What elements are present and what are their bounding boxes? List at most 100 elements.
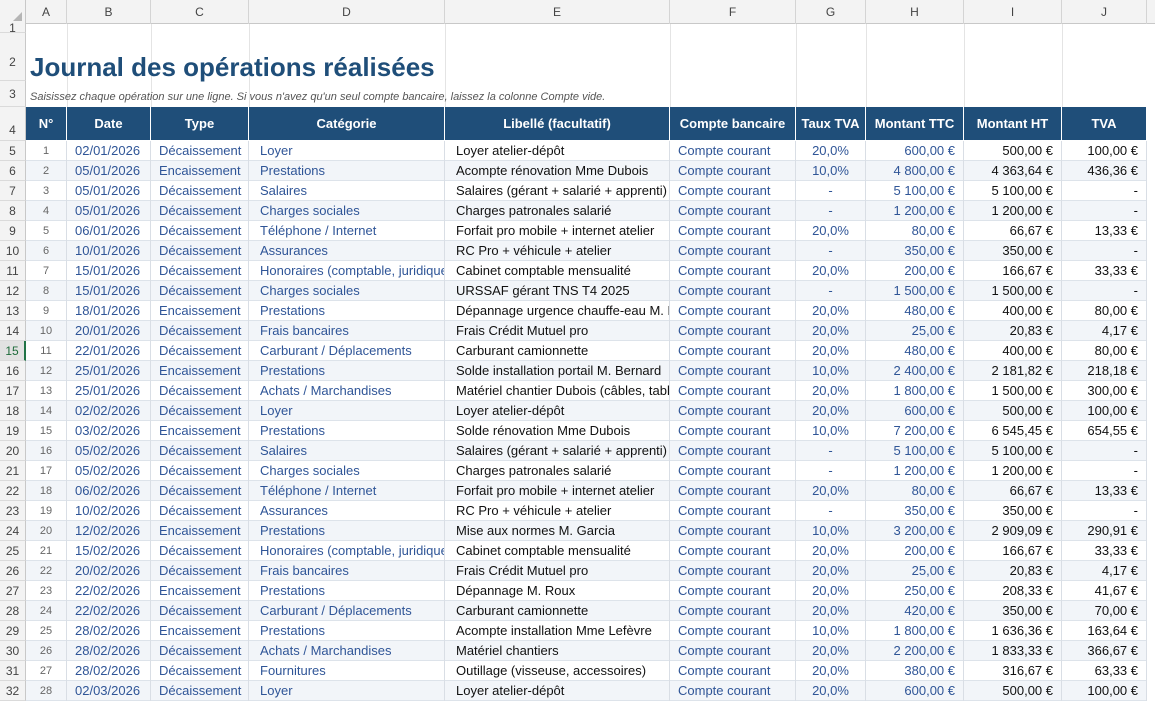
amount-ht-cell[interactable]: 20,83 € <box>964 321 1062 341</box>
row-number-cell[interactable]: 2 <box>26 161 67 181</box>
date-cell[interactable]: 22/02/2026 <box>67 601 151 621</box>
date-cell[interactable]: 05/02/2026 <box>67 441 151 461</box>
amount-ttc-cell[interactable]: 25,00 € <box>866 561 964 581</box>
amount-ht-cell[interactable]: 400,00 € <box>964 301 1062 321</box>
column-header-d[interactable]: D <box>249 0 445 24</box>
vat-rate-cell[interactable]: 20,0% <box>796 641 866 661</box>
column-header-f[interactable]: F <box>670 0 796 24</box>
vat-cell[interactable]: 100,00 € <box>1062 681 1147 701</box>
label-cell[interactable]: Salaires (gérant + salarié + apprenti) <box>445 181 670 201</box>
type-cell[interactable]: Décaissement <box>151 601 249 621</box>
category-cell[interactable]: Salaires <box>249 441 445 461</box>
row-number-cell[interactable]: 23 <box>26 581 67 601</box>
row-header-16[interactable]: 16 <box>0 361 26 381</box>
row-number-cell[interactable]: 16 <box>26 441 67 461</box>
vat-rate-cell[interactable]: - <box>796 461 866 481</box>
vat-cell[interactable]: - <box>1062 181 1147 201</box>
amount-ht-cell[interactable]: 1 500,00 € <box>964 381 1062 401</box>
row-number-cell[interactable]: 13 <box>26 381 67 401</box>
amount-ttc-cell[interactable]: 350,00 € <box>866 241 964 261</box>
vat-cell[interactable]: - <box>1062 501 1147 521</box>
row-number-cell[interactable]: 18 <box>26 481 67 501</box>
row-header-6[interactable]: 6 <box>0 161 26 181</box>
type-cell[interactable]: Encaissement <box>151 621 249 641</box>
account-cell[interactable]: Compte courant <box>670 201 796 221</box>
date-cell[interactable]: 12/02/2026 <box>67 521 151 541</box>
column-header-h[interactable]: H <box>866 0 964 24</box>
row-number-cell[interactable]: 17 <box>26 461 67 481</box>
row-number-cell[interactable]: 5 <box>26 221 67 241</box>
column-heading[interactable]: Catégorie <box>249 107 445 140</box>
label-cell[interactable]: Cabinet comptable mensualité <box>445 261 670 281</box>
date-cell[interactable]: 25/01/2026 <box>67 361 151 381</box>
column-heading[interactable]: Libellé (facultatif) <box>445 107 670 140</box>
category-cell[interactable]: Prestations <box>249 421 445 441</box>
category-cell[interactable]: Charges sociales <box>249 461 445 481</box>
amount-ht-cell[interactable]: 350,00 € <box>964 241 1062 261</box>
type-cell[interactable]: Encaissement <box>151 581 249 601</box>
date-cell[interactable]: 22/02/2026 <box>67 581 151 601</box>
row-number-cell[interactable]: 6 <box>26 241 67 261</box>
amount-ttc-cell[interactable]: 80,00 € <box>866 481 964 501</box>
row-number-cell[interactable]: 7 <box>26 261 67 281</box>
row-header-1[interactable]: 1 <box>0 22 26 34</box>
vat-rate-cell[interactable]: 10,0% <box>796 521 866 541</box>
row-header-28[interactable]: 28 <box>0 601 26 621</box>
vat-rate-cell[interactable]: 20,0% <box>796 481 866 501</box>
type-cell[interactable]: Décaissement <box>151 501 249 521</box>
category-cell[interactable]: Assurances <box>249 241 445 261</box>
amount-ttc-cell[interactable]: 1 500,00 € <box>866 281 964 301</box>
label-cell[interactable]: Loyer atelier-dépôt <box>445 681 670 701</box>
vat-cell[interactable]: 290,91 € <box>1062 521 1147 541</box>
vat-cell[interactable]: 70,00 € <box>1062 601 1147 621</box>
label-cell[interactable]: Carburant camionnette <box>445 341 670 361</box>
row-header-26[interactable]: 26 <box>0 561 26 581</box>
vat-cell[interactable]: 654,55 € <box>1062 421 1147 441</box>
type-cell[interactable]: Décaissement <box>151 321 249 341</box>
category-cell[interactable]: Prestations <box>249 301 445 321</box>
row-number-cell[interactable]: 1 <box>26 141 67 161</box>
label-cell[interactable]: Dépannage urgence chauffe-eau M. Martin <box>445 301 670 321</box>
sheet-subtitle[interactable]: Saisissez chaque opération sur une ligne… <box>30 91 605 103</box>
column-heading[interactable]: N° <box>26 107 67 140</box>
amount-ttc-cell[interactable]: 250,00 € <box>866 581 964 601</box>
label-cell[interactable]: Solde rénovation Mme Dubois <box>445 421 670 441</box>
category-cell[interactable]: Charges sociales <box>249 201 445 221</box>
column-heading[interactable]: Compte bancaire <box>670 107 796 140</box>
label-cell[interactable]: Cabinet comptable mensualité <box>445 541 670 561</box>
amount-ht-cell[interactable]: 20,83 € <box>964 561 1062 581</box>
amount-ht-cell[interactable]: 166,67 € <box>964 541 1062 561</box>
amount-ttc-cell[interactable]: 25,00 € <box>866 321 964 341</box>
label-cell[interactable]: Dépannage M. Roux <box>445 581 670 601</box>
row-number-cell[interactable]: 24 <box>26 601 67 621</box>
amount-ht-cell[interactable]: 316,67 € <box>964 661 1062 681</box>
row-number-cell[interactable]: 10 <box>26 321 67 341</box>
type-cell[interactable]: Encaissement <box>151 161 249 181</box>
date-cell[interactable]: 15/02/2026 <box>67 541 151 561</box>
date-cell[interactable]: 02/03/2026 <box>67 681 151 701</box>
account-cell[interactable]: Compte courant <box>670 601 796 621</box>
category-cell[interactable]: Salaires <box>249 181 445 201</box>
amount-ttc-cell[interactable]: 80,00 € <box>866 221 964 241</box>
vat-cell[interactable]: 100,00 € <box>1062 401 1147 421</box>
type-cell[interactable]: Encaissement <box>151 521 249 541</box>
vat-rate-cell[interactable]: 20,0% <box>796 541 866 561</box>
label-cell[interactable]: Matériel chantiers <box>445 641 670 661</box>
vat-rate-cell[interactable]: 20,0% <box>796 601 866 621</box>
row-number-cell[interactable]: 25 <box>26 621 67 641</box>
label-cell[interactable]: Outillage (visseuse, accessoires) <box>445 661 670 681</box>
amount-ht-cell[interactable]: 5 100,00 € <box>964 441 1062 461</box>
vat-rate-cell[interactable]: - <box>796 181 866 201</box>
type-cell[interactable]: Décaissement <box>151 261 249 281</box>
vat-cell[interactable]: - <box>1062 441 1147 461</box>
row-header-7[interactable]: 7 <box>0 181 26 201</box>
amount-ttc-cell[interactable]: 2 400,00 € <box>866 361 964 381</box>
account-cell[interactable]: Compte courant <box>670 261 796 281</box>
row-number-cell[interactable]: 22 <box>26 561 67 581</box>
amount-ht-cell[interactable]: 1 500,00 € <box>964 281 1062 301</box>
amount-ttc-cell[interactable]: 200,00 € <box>866 261 964 281</box>
label-cell[interactable]: RC Pro + véhicule + atelier <box>445 501 670 521</box>
amount-ht-cell[interactable]: 2 909,09 € <box>964 521 1062 541</box>
vat-cell[interactable]: 4,17 € <box>1062 561 1147 581</box>
date-cell[interactable]: 10/02/2026 <box>67 501 151 521</box>
